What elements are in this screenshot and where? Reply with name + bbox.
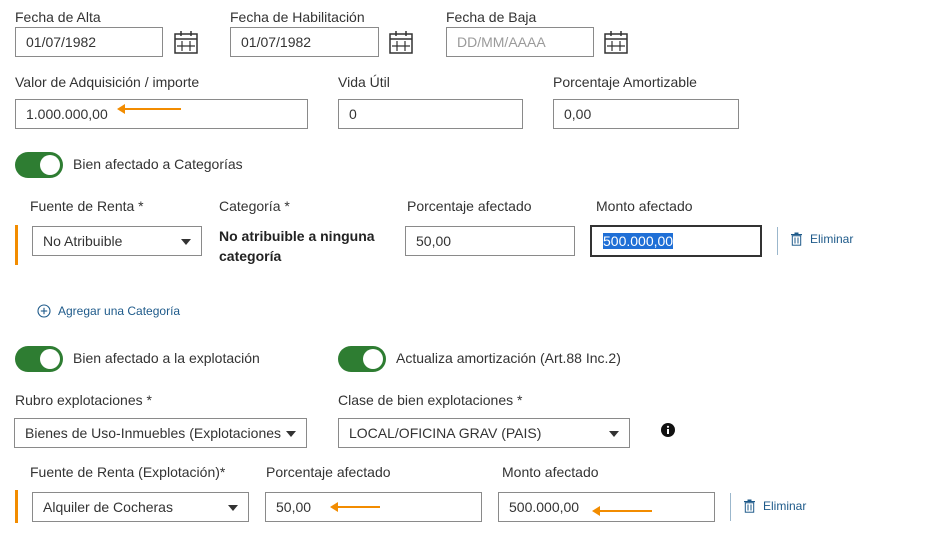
trash-icon bbox=[744, 499, 755, 513]
actualiza-amortizacion-toggle[interactable] bbox=[338, 346, 386, 372]
rubro-select[interactable]: Bienes de Uso-Inmuebles (Explotaciones bbox=[14, 418, 307, 448]
arrow-annotation bbox=[592, 506, 652, 516]
fuente-renta-label: Fuente de Renta * bbox=[30, 198, 144, 214]
divider bbox=[777, 227, 778, 255]
eliminar-label: Eliminar bbox=[810, 232, 854, 246]
monto-afectado-value: 500.000,00 bbox=[603, 233, 674, 249]
monto-afectado-input[interactable]: 500.000,00 bbox=[590, 225, 762, 257]
clase-select[interactable]: LOCAL/OFICINA GRAV (PAIS) bbox=[338, 418, 630, 448]
rubro-select-value: Bienes de Uso-Inmuebles (Explotaciones bbox=[25, 425, 282, 441]
arrow-annotation bbox=[330, 502, 380, 512]
fecha-habilitacion-input[interactable]: 01/07/1982 bbox=[230, 27, 379, 57]
info-icon[interactable] bbox=[661, 423, 675, 442]
chevron-down-icon bbox=[181, 239, 191, 245]
porcentaje-afectado-input[interactable]: 50,00 bbox=[405, 226, 575, 256]
fecha-alta-label: Fecha de Alta bbox=[15, 9, 101, 25]
clase-select-value: LOCAL/OFICINA GRAV (PAIS) bbox=[349, 425, 542, 441]
fecha-baja-input[interactable]: DD/MM/AAAA bbox=[446, 27, 594, 57]
categorias-toggle[interactable] bbox=[15, 152, 63, 178]
eliminar-categoria-button[interactable]: Eliminar bbox=[790, 232, 853, 246]
explotacion-toggle-label: Bien afectado a la explotación bbox=[73, 350, 260, 366]
fuente-renta-explotacion-value: Alquiler de Cocheras bbox=[43, 499, 173, 515]
explotacion-toggle[interactable] bbox=[15, 346, 63, 372]
valor-adquisicion-input[interactable]: 1.000.000,00 bbox=[15, 99, 308, 129]
monto-afectado-explotacion-input[interactable]: 500.000,00 bbox=[498, 492, 715, 522]
categorias-toggle-label: Bien afectado a Categorías bbox=[73, 156, 243, 172]
divider bbox=[730, 493, 731, 521]
agregar-categoria-label: Agregar una Categoría bbox=[58, 304, 181, 318]
fuente-renta-explotacion-label: Fuente de Renta (Explotación)* bbox=[30, 464, 226, 480]
clase-label: Clase de bien explotaciones * bbox=[338, 392, 523, 408]
fecha-habilitacion-label: Fecha de Habilitación bbox=[230, 9, 365, 25]
porcentaje-amortizable-input[interactable]: 0,00 bbox=[553, 99, 739, 129]
fuente-renta-explotacion-select[interactable]: Alquiler de Cocheras bbox=[32, 492, 249, 522]
calendar-icon[interactable] bbox=[388, 29, 414, 60]
categoria-value-line2: categoría bbox=[219, 248, 282, 264]
calendar-icon[interactable] bbox=[173, 29, 199, 60]
rubro-label: Rubro explotaciones * bbox=[15, 392, 152, 408]
agregar-categoria-link[interactable]: Agregar una Categoría bbox=[37, 304, 180, 318]
monto-afectado-explotacion-label: Monto afectado bbox=[502, 464, 599, 480]
chevron-down-icon bbox=[609, 431, 619, 437]
chevron-down-icon bbox=[228, 505, 238, 511]
categoria-value: No atribuible a ninguna categoría bbox=[219, 226, 375, 266]
fecha-alta-input[interactable]: 01/07/1982 bbox=[15, 27, 163, 57]
chevron-down-icon bbox=[286, 431, 296, 437]
categoria-label: Categoría * bbox=[219, 198, 290, 214]
row-accent-bar bbox=[15, 225, 18, 265]
arrow-annotation bbox=[117, 104, 181, 114]
vida-util-input[interactable]: 0 bbox=[338, 99, 523, 129]
fecha-baja-label: Fecha de Baja bbox=[446, 9, 537, 25]
monto-afectado-label: Monto afectado bbox=[596, 198, 693, 214]
categoria-value-line1: No atribuible a ninguna bbox=[219, 228, 375, 244]
eliminar-label: Eliminar bbox=[763, 499, 807, 513]
trash-icon bbox=[791, 232, 802, 246]
vida-util-label: Vida Útil bbox=[338, 74, 390, 90]
valor-adquisicion-label: Valor de Adquisición / importe bbox=[15, 74, 200, 90]
eliminar-explotacion-button[interactable]: Eliminar bbox=[743, 499, 806, 513]
porcentaje-afectado-label: Porcentaje afectado bbox=[407, 198, 532, 214]
calendar-icon[interactable] bbox=[603, 29, 629, 60]
fuente-renta-select[interactable]: No Atribuible bbox=[32, 226, 202, 256]
actualiza-amortizacion-label: Actualiza amortización (Art.88 Inc.2) bbox=[396, 350, 621, 366]
row-accent-bar bbox=[15, 490, 18, 523]
porcentaje-afectado-explotacion-label: Porcentaje afectado bbox=[266, 464, 391, 480]
fuente-renta-select-value: No Atribuible bbox=[43, 233, 123, 249]
plus-circle-icon bbox=[37, 304, 51, 318]
porcentaje-amortizable-label: Porcentaje Amortizable bbox=[553, 74, 697, 90]
